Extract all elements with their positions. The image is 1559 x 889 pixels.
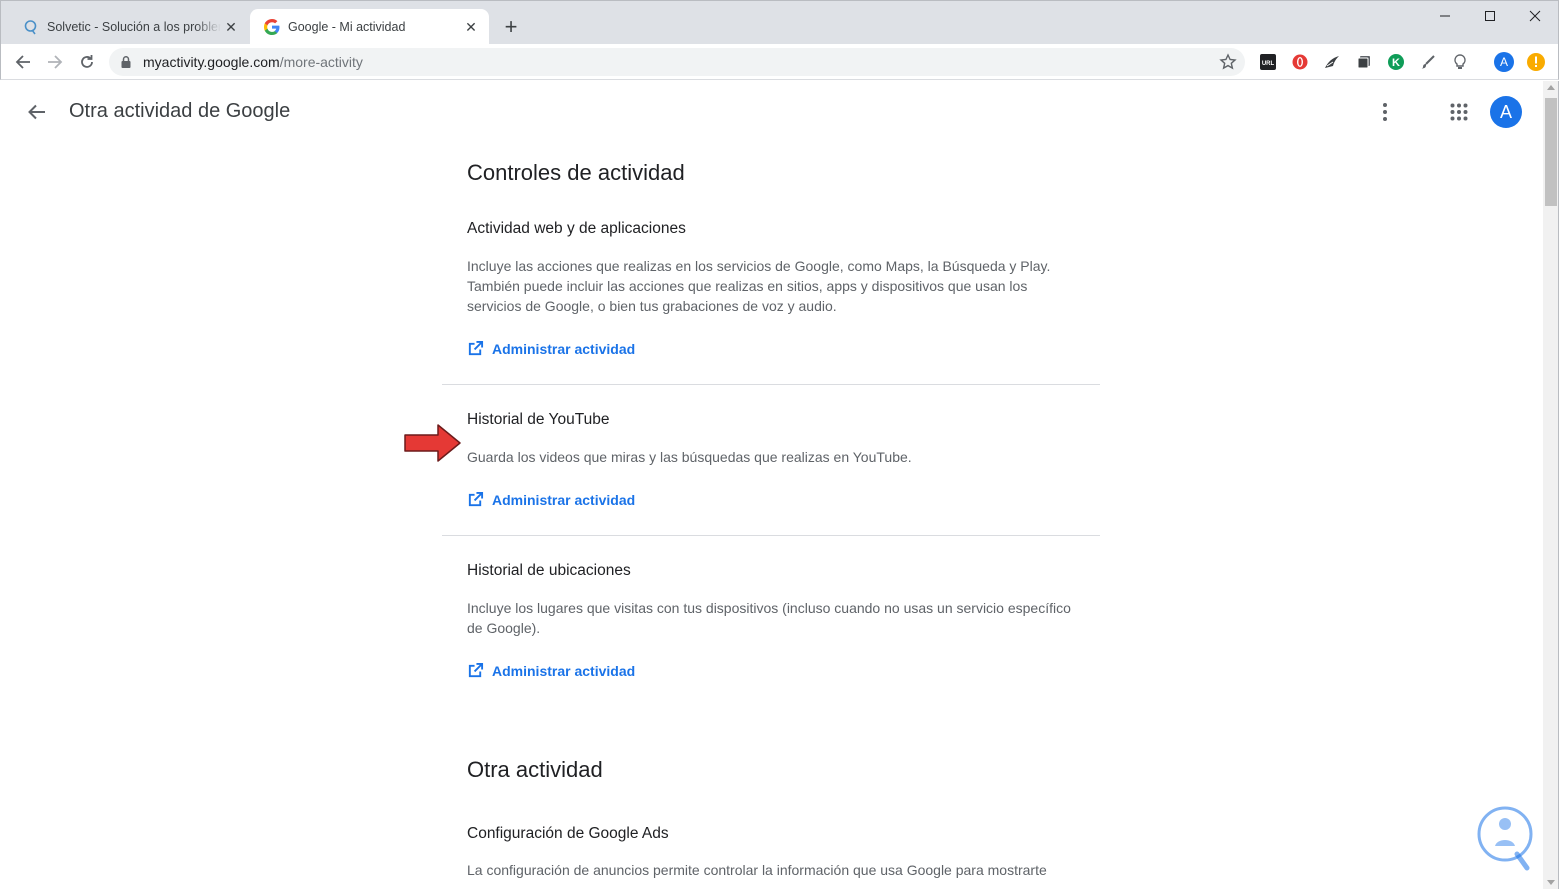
bookmark-star-icon[interactable] (1219, 53, 1237, 71)
page-title: Otra actividad de Google (69, 100, 291, 122)
back-button[interactable] (23, 98, 51, 126)
close-icon[interactable]: ✕ (461, 17, 481, 37)
minimize-icon (1440, 15, 1450, 17)
tab-google-activity[interactable]: Google - Mi actividad ✕ (250, 9, 489, 45)
tab-strip: Solvetic - Solución a los problem ✕ Goog… (0, 0, 1559, 45)
card-description: Incluye los lugares que visitas con tus … (467, 600, 1071, 636)
more-options-button[interactable] (1371, 98, 1399, 126)
url-domain: myactivity.google.com (143, 54, 280, 70)
google-g-icon (264, 19, 280, 35)
update-alert-icon[interactable] (1526, 52, 1546, 72)
app-header: Otra actividad de Google A (1, 81, 1543, 143)
solvetic-icon (24, 20, 37, 35)
apps-grid-icon (1450, 103, 1468, 121)
url-text: myactivity.google.com/more-activity (143, 54, 363, 70)
activity-card-location: Historial de ubicaciones Incluye los lug… (442, 562, 1100, 682)
manage-activity-link[interactable]: Administrar actividad (467, 340, 635, 357)
svg-text:K: K (1392, 57, 1400, 69)
account-avatar[interactable]: A (1490, 96, 1522, 128)
browser-toolbar: myactivity.google.com/more-activity URL … (0, 44, 1559, 80)
tab-title: Solvetic - Solución a los problem (47, 20, 221, 34)
open-in-new-icon (468, 662, 484, 678)
activity-card-google-ads: Configuración de Google Ads La configura… (442, 825, 1100, 880)
address-bar[interactable]: myactivity.google.com/more-activity (109, 48, 1245, 76)
card-title: Historial de ubicaciones (467, 562, 631, 579)
manage-activity-link[interactable]: Administrar actividad (467, 491, 635, 508)
sparrow-extension-icon[interactable] (1322, 52, 1342, 72)
vertical-scrollbar[interactable] (1543, 81, 1559, 889)
url-path: /more-activity (279, 54, 363, 70)
manage-activity-label: Administrar actividad (492, 340, 636, 357)
new-tab-button[interactable]: + (499, 14, 523, 39)
back-arrow-icon (15, 55, 30, 69)
close-icon[interactable]: ✕ (221, 17, 241, 37)
section-heading-activity-controls: Controles de actividad (467, 160, 685, 185)
profile-avatar[interactable]: A (1494, 52, 1514, 72)
maximize-icon (1485, 11, 1495, 21)
scroll-down-icon[interactable] (1547, 880, 1555, 885)
scrollbar-thumb[interactable] (1545, 98, 1557, 206)
open-in-new-icon (468, 491, 484, 507)
forward-button[interactable] (41, 48, 69, 76)
card-title: Configuración de Google Ads (467, 825, 669, 842)
card-title: Actividad web y de aplicaciones (467, 220, 686, 237)
url-extension-icon[interactable]: URL (1258, 52, 1278, 72)
section-heading-other-activity: Otra actividad (467, 757, 603, 782)
more-vert-icon (1383, 103, 1387, 121)
tab-extension-icon[interactable] (1354, 52, 1374, 72)
activity-card-web-apps: Actividad web y de aplicaciones Incluye … (442, 220, 1100, 360)
opera-extension-icon[interactable] (1290, 52, 1310, 72)
tab-solvetic[interactable]: Solvetic - Solución a los problem ✕ (9, 9, 249, 45)
maximize-button[interactable] (1467, 1, 1513, 31)
manage-activity-label: Administrar actividad (492, 662, 636, 679)
back-button[interactable] (9, 48, 37, 76)
bulb-extension-icon[interactable] (1450, 52, 1470, 72)
brush-extension-icon[interactable] (1418, 52, 1438, 72)
card-description: La configuración de anuncios permite con… (467, 862, 1047, 878)
solvetic-watermark-icon (1477, 806, 1533, 871)
annotation-arrow-icon (404, 424, 461, 462)
scroll-up-icon[interactable] (1547, 85, 1555, 90)
profile-initial: A (1499, 55, 1508, 69)
card-description: Guarda los videos que miras y las búsque… (467, 449, 912, 465)
tab-title: Google - Mi actividad (288, 20, 406, 34)
lock-icon (121, 56, 131, 68)
reload-button[interactable] (73, 48, 101, 76)
activity-content: Controles de actividad Actividad web y d… (442, 143, 1100, 880)
open-in-new-icon (468, 340, 484, 356)
back-arrow-icon (28, 104, 45, 120)
close-window-button[interactable] (1512, 1, 1558, 31)
manage-activity-label: Administrar actividad (492, 491, 636, 508)
forward-arrow-icon (48, 55, 63, 69)
svg-text:URL: URL (1262, 61, 1275, 67)
activity-card-youtube: Historial de YouTube Guarda los videos q… (442, 411, 1100, 511)
card-title: Historial de YouTube (467, 411, 610, 428)
google-apps-button[interactable] (1445, 98, 1473, 126)
card-description: Incluye las acciones que realizas en los… (467, 258, 1051, 314)
manage-activity-link[interactable]: Administrar actividad (467, 662, 635, 679)
divider (442, 535, 1100, 536)
page-content: Otra actividad de Google A Controles de … (1, 81, 1543, 889)
k-extension-icon[interactable]: K (1386, 52, 1406, 72)
divider (442, 384, 1100, 385)
minimize-button[interactable] (1422, 1, 1468, 31)
reload-icon (81, 55, 93, 68)
close-icon (1529, 10, 1541, 22)
